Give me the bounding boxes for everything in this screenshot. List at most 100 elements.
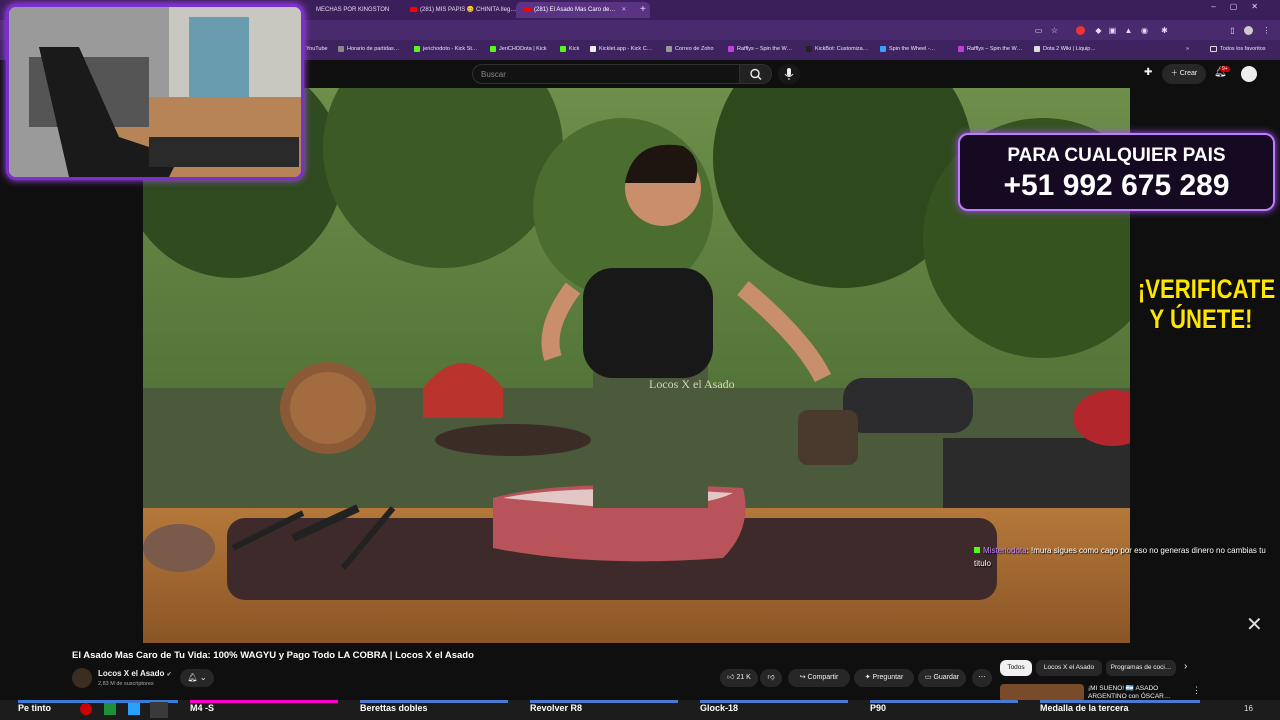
bookmark-item[interactable]: Rafflys – Spin the W… (958, 44, 1022, 54)
bookmark-item[interactable]: Kicklet.app - Kick C… (590, 44, 652, 54)
rafflys-icon (958, 45, 964, 52)
bookmark-label: Spin the Wheel -… (889, 46, 936, 52)
window-controls[interactable]: –▢✕ (1211, 2, 1272, 11)
install-icon[interactable]: ▭ (1034, 26, 1043, 35)
voice-search-button[interactable] (778, 64, 800, 84)
recommendation-menu-icon[interactable]: ⋮ (1192, 685, 1201, 696)
create-button[interactable]: ＋ Crear (1162, 64, 1206, 84)
browser-tab-1[interactable]: MECHAS POR KINGSTON (308, 2, 416, 18)
taskbar-item[interactable]: Pe tinto (18, 703, 51, 713)
bookmark-item[interactable]: Spin the Wheel -… (880, 44, 935, 54)
recommendation-title[interactable]: ¡MI SUEÑO! 🇦🇷 ASADO ARGENTINO con ÓSCAR… (1088, 685, 1188, 701)
bookmark-icon: ▭ (924, 674, 932, 681)
webcam-feed (9, 7, 301, 177)
kick-icon (414, 45, 420, 52)
verify-callout: ¡VERIFICATE Y ÚNETE! (1137, 274, 1276, 334)
bookmark-label: jerichodoto - Kick St… (423, 46, 478, 52)
chat-message: Misteriodota: !mura sigues como cago por… (974, 544, 1280, 570)
cast-icon[interactable]: ✚ (1144, 67, 1152, 78)
phone-number-banner: PARA CUALQUIER PAIS +51 992 675 289 (958, 133, 1275, 211)
profile-avatar[interactable] (1244, 26, 1253, 35)
chrome-icon[interactable] (150, 702, 168, 718)
like-count: 21 K (736, 674, 751, 681)
dislike-button[interactable]: 👎︎ (760, 669, 782, 687)
chip-cooking[interactable]: Programas de coci… (1106, 660, 1176, 676)
share-icon: ↪ (799, 674, 806, 681)
apron-logo: Locos X el Asado (649, 377, 735, 391)
channel-name[interactable]: Locos X el Asado ✔ (98, 669, 172, 678)
excel-icon[interactable] (104, 703, 116, 715)
bookmark-item[interactable]: YouTube (306, 44, 328, 54)
taskbar-item[interactable]: Medalla de la tercera (1040, 703, 1129, 713)
extensions-puzzle-icon[interactable]: ✱ (1160, 26, 1169, 35)
bookmark-label: Horario de partidas… (347, 46, 400, 52)
bookmark-item[interactable]: JeriCHODota | Kick (490, 44, 547, 54)
account-avatar[interactable] (1241, 66, 1257, 82)
share-button[interactable]: ↪ Compartir (788, 669, 850, 687)
bookmark-label: Kicklet.app - Kick C… (599, 46, 653, 52)
all-bookmarks[interactable]: Todos los favoritos (1210, 44, 1266, 54)
opera-icon[interactable] (80, 703, 92, 715)
taskbar-item[interactable]: P90 (870, 703, 886, 713)
ask-label: Preguntar (872, 674, 904, 681)
thumbs-down-icon: 👎︎ (767, 674, 775, 681)
kicklet-icon (590, 45, 596, 52)
bookmark-item[interactable]: Correo de Zoho (666, 44, 714, 54)
create-label: Crear (1179, 70, 1198, 77)
bookmark-item[interactable]: Rafflys – Spin the W… (728, 44, 792, 54)
kick-icon (560, 45, 566, 52)
extension-icon[interactable]: ▣ (1108, 26, 1117, 35)
subscription-bell-button[interactable]: 🔔︎ ⌄ (180, 669, 214, 687)
verify-line-1: ¡VERIFICATE (1137, 274, 1276, 304)
bell-icon: 🔔︎ (187, 673, 198, 682)
like-button[interactable]: 👍︎ 21 K (720, 669, 758, 687)
bookmark-label: Correo de Zoho (675, 46, 714, 52)
chevron-right-icon[interactable]: › (1184, 661, 1187, 672)
new-tab-button[interactable]: + (640, 3, 646, 17)
chat-username: Misteriodota (983, 546, 1027, 555)
phone-number: +51 992 675 289 (1003, 169, 1230, 202)
taskbar-item[interactable]: Berettas dobles (360, 703, 428, 713)
extension-icon[interactable]: ▲ (1124, 26, 1133, 35)
browser-tab-3[interactable]: (281) El Asado Mas Caro de… ✕ (516, 2, 650, 18)
close-icon[interactable]: ✕ (1246, 612, 1263, 637)
taskbar-item[interactable]: Glock-18 (700, 703, 738, 713)
search-button[interactable] (740, 64, 772, 84)
telegram-icon[interactable] (128, 703, 140, 715)
bookmark-item[interactable]: Dota 2 Wiki | Liquip… (1034, 44, 1096, 54)
save-button[interactable]: ▭ Guardar (918, 669, 966, 687)
close-tab-icon[interactable]: ✕ (621, 7, 626, 13)
bookmark-item[interactable]: Horario de partidas… (338, 44, 399, 54)
bookmark-item[interactable]: KickBot: Customiza… (806, 44, 868, 54)
video-title: El Asado Mas Caro de Tu Vida: 100% WAGYU… (72, 650, 474, 661)
channel-avatar[interactable] (72, 668, 92, 688)
extension-icon[interactable]: ◆ (1094, 26, 1103, 35)
bookmark-icon (338, 45, 344, 52)
chip-channel[interactable]: Locos X el Asado (1036, 660, 1102, 676)
zoho-icon (666, 45, 672, 52)
banner-line-1: PARA CUALQUIER PAIS (1007, 145, 1226, 166)
star-icon[interactable]: ☆ (1050, 26, 1059, 35)
bookmark-label: Rafflys – Spin the W… (967, 46, 1023, 52)
bookmark-label: Todos los favoritos (1220, 46, 1266, 52)
search-icon (750, 68, 762, 80)
taskbar-item[interactable]: M4 -S (190, 703, 214, 713)
channel-name-text: Locos X el Asado (98, 669, 165, 678)
extension-icon[interactable] (1076, 26, 1085, 35)
bookmarks-overflow-icon[interactable]: » (1186, 44, 1189, 54)
kick-icon (490, 45, 496, 52)
bookmark-item[interactable]: jerichodoto - Kick St… (414, 44, 477, 54)
chip-all[interactable]: Todos (1000, 660, 1032, 676)
menu-icon[interactable]: ⋮ (1262, 26, 1271, 35)
sidebar-icon[interactable]: ▯ (1228, 26, 1237, 35)
ask-button[interactable]: ✦ Preguntar (854, 669, 914, 687)
sparkle-icon: ✦ (864, 674, 871, 681)
taskbar-item[interactable]: Revolver R8 (530, 703, 582, 713)
bookmark-item[interactable]: Kick (560, 44, 579, 54)
bookmark-label: Dota 2 Wiki | Liquip… (1043, 46, 1096, 52)
extension-icon[interactable]: ◉ (1140, 26, 1149, 35)
more-actions-button[interactable]: ⋯ (972, 669, 992, 687)
bookmark-label: JeriCHODota | Kick (499, 46, 547, 52)
search-input[interactable]: Buscar (472, 64, 740, 84)
browser-tab-2[interactable]: (281) MIS PAPIS 😊 CHINITA lleg… (402, 2, 526, 18)
